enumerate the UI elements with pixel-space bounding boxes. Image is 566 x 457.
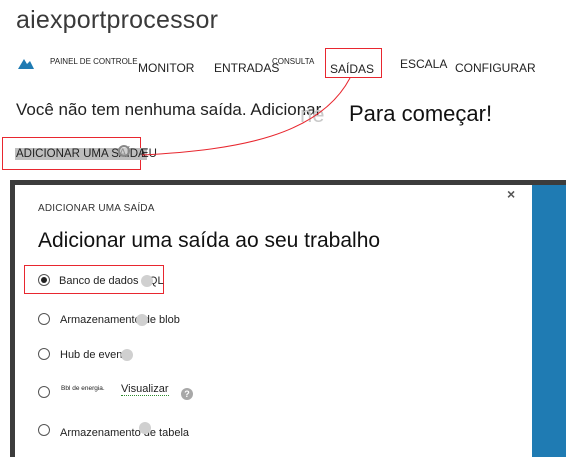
top-nav: PAINEL DE CONTROLE MONITOR ENTRADAS CONS… <box>0 48 566 82</box>
get-started-callout: Para começar! <box>349 101 493 126</box>
radio-blob-storage[interactable] <box>38 313 50 325</box>
dialog-title: Adicionar uma saída ao seu trabalho <box>38 229 381 252</box>
cursor-dot-icon <box>139 422 151 434</box>
option-label-blob-storage: Armazenamento de blob <box>60 314 180 326</box>
nav-tab-dashboard[interactable]: PAINEL DE CONTROLE <box>50 57 138 66</box>
dialog-subtitle: ADICIONAR UMA SAÍDA <box>38 203 155 214</box>
nav-tab-monitor[interactable]: MONITOR <box>138 61 194 75</box>
preview-badge: Visualizar <box>121 383 169 396</box>
option-label-power-bi: Bbl de energia. <box>61 385 105 392</box>
cursor-indicator <box>118 145 130 157</box>
no-output-message: Você não tem nenhuma saída. Adicionar <box>16 100 322 119</box>
radio-table-storage[interactable] <box>38 424 50 436</box>
nav-tab-scale[interactable]: ESCALA <box>400 57 447 71</box>
cursor-dot-icon <box>136 314 148 326</box>
overlay-ghost-text: ne <box>300 102 325 127</box>
you-label: EU <box>141 148 157 160</box>
cloud-icon <box>18 59 34 69</box>
nav-tab-inputs[interactable]: ENTRADAS <box>214 61 279 75</box>
nav-tab-outputs[interactable]: SAÍDAS <box>325 48 382 78</box>
close-icon[interactable]: × <box>507 186 515 202</box>
nav-tab-configure[interactable]: CONFIGURAR <box>455 61 536 75</box>
help-icon[interactable]: ? <box>181 388 193 400</box>
option-label-table-storage: Armazenamento de tabela <box>60 427 190 439</box>
radio-event-hub[interactable] <box>38 348 50 360</box>
nav-tab-query[interactable]: CONSULTA <box>272 57 314 66</box>
cursor-dot-icon <box>141 275 153 287</box>
radio-power-bi[interactable] <box>38 386 50 398</box>
dialog-side-panel <box>532 185 566 457</box>
radio-sql-database[interactable] <box>38 274 50 286</box>
app-title: aiexportprocessor <box>16 6 219 34</box>
cursor-dot-icon <box>121 349 133 361</box>
